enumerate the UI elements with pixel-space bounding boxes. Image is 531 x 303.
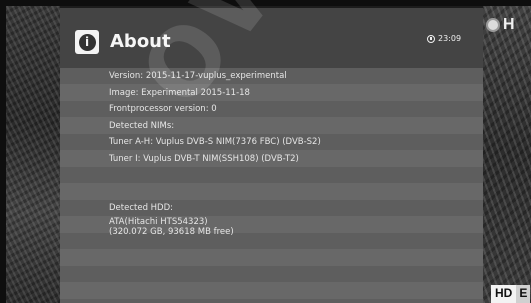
info-frontprocessor: Frontprocessor version: 0 <box>109 104 217 114</box>
channel-logo-text: H <box>503 16 515 33</box>
channel-logo-circle-icon <box>486 18 500 32</box>
clock: 23:09 <box>427 34 461 43</box>
screen-border-left <box>0 0 6 303</box>
hd-badge: HD E <box>491 285 531 303</box>
hd-badge-label: HD <box>491 285 517 303</box>
clock-time: 23:09 <box>438 34 462 43</box>
info-blank-2 <box>109 184 479 201</box>
info-hdd-size: (320.072 GB, 93618 MB free) <box>109 226 234 237</box>
info-blank-1 <box>109 167 479 184</box>
info-nims-heading: Detected NIMs: <box>109 120 175 131</box>
about-panel: i About 23:09 Version: 2015-11-17-vuplus… <box>60 8 483 303</box>
background-video-left <box>0 0 60 303</box>
info-hdd-model: ATA(Hitachi HTS54323) <box>109 216 208 227</box>
info-icon: i <box>75 30 99 54</box>
info-tuner-a-h: Tuner A-H: Vuplus DVB-S NIM(7376 FBC) (D… <box>109 137 321 147</box>
channel-logo: H <box>486 14 531 36</box>
background-video-right <box>483 0 531 303</box>
clock-icon <box>427 34 435 43</box>
info-tuner-i: Tuner I: Vuplus DVB-T NIM(SSH108) (DVB-T… <box>109 153 299 164</box>
hd-badge-tail: E <box>516 285 531 303</box>
info-hdd-heading: Detected HDD: <box>109 203 174 213</box>
